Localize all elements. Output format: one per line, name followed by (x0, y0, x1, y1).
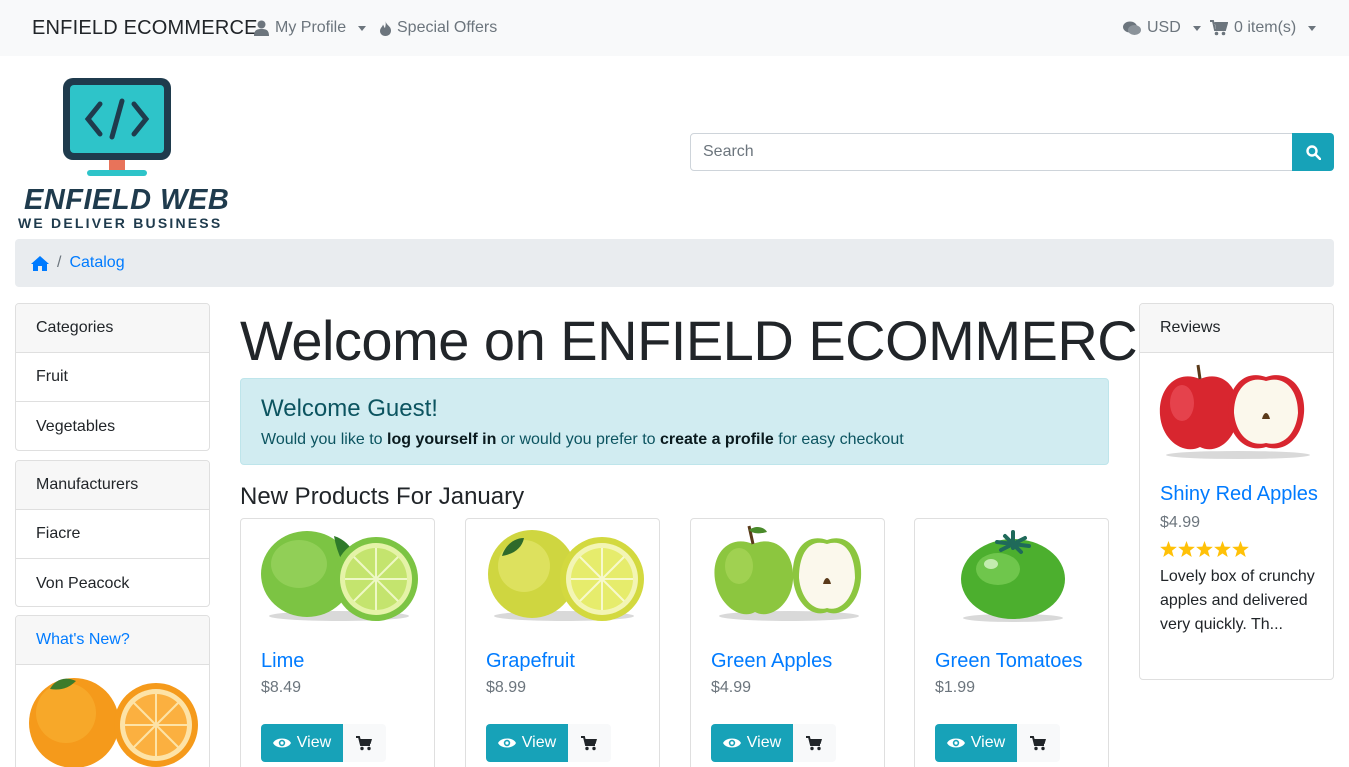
alert-text: Would you like to log yourself in or wou… (261, 431, 1088, 449)
review-rating (1160, 541, 1249, 557)
navbar-brand[interactable]: ENFIELD ECOMMERCE (32, 17, 258, 40)
review-product-image[interactable] (1140, 359, 1334, 469)
reviews-header: Reviews (1140, 304, 1333, 353)
star-icon (1214, 541, 1231, 557)
breadcrumb: / Catalog (15, 239, 1334, 287)
eye-icon (497, 738, 516, 748)
welcome-alert: Welcome Guest! Would you like to log you… (240, 378, 1109, 465)
my-profile-label: My Profile (275, 19, 347, 36)
breadcrumb-catalog[interactable]: Catalog (69, 254, 124, 272)
manufacturer-von-peacock[interactable]: Von Peacock (16, 559, 209, 606)
chevron-down-icon (1192, 25, 1201, 31)
review-product-name[interactable]: Shiny Red Apples (1160, 483, 1318, 506)
product-name[interactable]: Green Apples (711, 650, 832, 673)
create-profile-link[interactable]: create a profile (660, 431, 774, 448)
product-card: Lime $8.49 View (240, 518, 435, 767)
add-to-cart-button[interactable] (343, 724, 386, 762)
view-button[interactable]: View (711, 724, 793, 762)
product-image[interactable] (933, 524, 1093, 624)
currency-dropdown[interactable]: USD (1123, 19, 1201, 37)
star-icon (1232, 541, 1249, 557)
view-button[interactable]: View (261, 724, 343, 762)
search-input[interactable] (690, 133, 1293, 171)
new-products-heading: New Products For January (240, 483, 525, 510)
add-to-cart-button[interactable] (793, 724, 836, 762)
cart-icon (356, 735, 372, 750)
money-icon (1123, 21, 1141, 35)
categories-header: Categories (16, 304, 209, 353)
product-price: $8.99 (486, 679, 527, 696)
login-link[interactable]: log yourself in (387, 431, 496, 448)
special-offers-link[interactable]: Special Offers (380, 19, 497, 37)
cart-icon (581, 735, 597, 750)
page-title: Welcome on ENFIELD ECOMMERCE (240, 309, 1175, 372)
fire-icon (380, 20, 391, 36)
categories-card: Categories Fruit Vegetables (15, 303, 210, 451)
eye-icon (272, 738, 291, 748)
product-name[interactable]: Lime (261, 650, 304, 673)
cart-icon (1210, 20, 1228, 36)
whats-new-header[interactable]: What's New? (16, 616, 209, 665)
cart-label: 0 item(s) (1234, 19, 1297, 36)
whats-new-product-image[interactable] (16, 665, 210, 767)
manufacturer-fiacre[interactable]: Fiacre (16, 510, 209, 559)
product-price: $1.99 (935, 679, 976, 696)
chevron-down-icon (358, 25, 367, 31)
whats-new-card: What's New? (15, 615, 210, 767)
star-icon (1178, 541, 1195, 557)
cart-icon (1030, 735, 1046, 750)
star-icon (1196, 541, 1213, 557)
user-icon (254, 20, 269, 36)
alert-text-1: Would you like to (261, 431, 387, 448)
alert-text-3: for easy checkout (773, 431, 904, 448)
view-button[interactable]: View (935, 724, 1017, 762)
product-image[interactable] (484, 524, 644, 624)
eye-icon (722, 738, 741, 748)
review-text: Lovely box of crunchy apples and deliver… (1160, 568, 1315, 633)
eye-icon (946, 738, 965, 748)
cart-dropdown[interactable]: 0 item(s) (1210, 19, 1317, 37)
my-profile-dropdown[interactable]: My Profile (254, 19, 367, 37)
category-vegetables[interactable]: Vegetables (16, 402, 209, 450)
view-button[interactable]: View (486, 724, 568, 762)
product-price: $8.49 (261, 679, 302, 696)
search-icon (1305, 144, 1321, 160)
cart-icon (806, 735, 822, 750)
logo-tagline: WE DELIVER BUSINESS (18, 215, 223, 231)
add-to-cart-button[interactable] (568, 724, 611, 762)
view-label: View (746, 734, 782, 751)
product-image[interactable] (709, 524, 869, 624)
product-name[interactable]: Green Tomatoes (935, 650, 1083, 673)
product-price: $4.99 (711, 679, 752, 696)
top-navbar: ENFIELD ECOMMERCE My Profile Special Off… (0, 0, 1349, 56)
manufacturers-header: Manufacturers (16, 461, 209, 510)
view-label: View (296, 734, 332, 751)
product-card: Green Tomatoes $1.99 View (914, 518, 1109, 767)
breadcrumb-separator: / (57, 254, 62, 271)
product-card: Green Apples $4.99 View (690, 518, 885, 767)
alert-text-2: or would you prefer to (496, 431, 660, 448)
product-name[interactable]: Grapefruit (486, 650, 575, 673)
review-product-price: $4.99 (1160, 514, 1201, 531)
category-fruit[interactable]: Fruit (16, 353, 209, 402)
product-image[interactable] (259, 524, 419, 624)
special-offers-label: Special Offers (397, 19, 498, 36)
star-icon (1160, 541, 1177, 557)
search-button[interactable] (1292, 133, 1334, 171)
logo-title: ENFIELD WEB (24, 184, 230, 216)
home-icon[interactable] (31, 255, 49, 271)
view-label: View (970, 734, 1006, 751)
add-to-cart-button[interactable] (1017, 724, 1060, 762)
manufacturers-card: Manufacturers Fiacre Von Peacock (15, 460, 210, 607)
product-card: Grapefruit $8.99 View (465, 518, 660, 767)
alert-title: Welcome Guest! (261, 395, 438, 422)
currency-label: USD (1147, 19, 1181, 36)
chevron-down-icon (1308, 25, 1317, 31)
view-label: View (521, 734, 557, 751)
